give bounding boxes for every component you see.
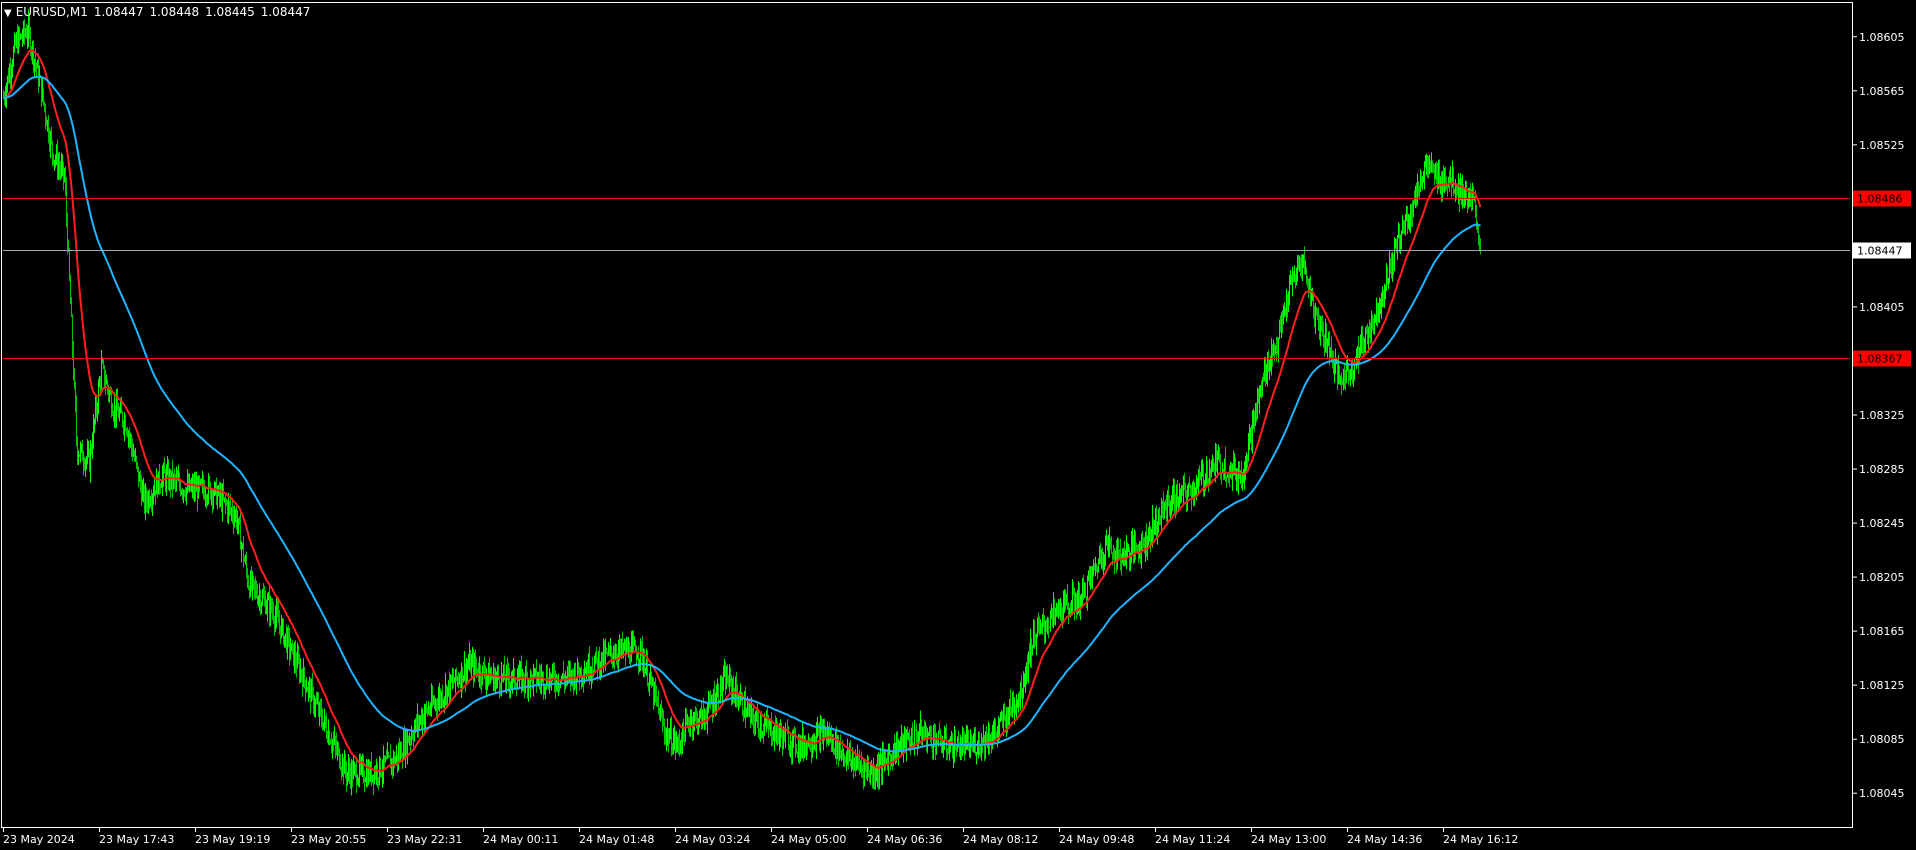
ohlc-open: 1.08447: [93, 5, 144, 19]
time-tick-label: 23 May 19:19: [195, 833, 270, 846]
price-tick-label: 1.08325: [1859, 409, 1905, 422]
triangle-down-icon[interactable]: ▼: [4, 6, 12, 22]
time-tick-label: 24 May 08:12: [963, 833, 1038, 846]
price-axis: 1.08605 1.08565 1.08525 1.08405 1.08325 1.082…: [1852, 31, 1905, 800]
price-tick-label: 1.08565: [1859, 85, 1905, 98]
chart-frame: [1, 2, 1853, 828]
candles-layer: [3, 9, 1481, 796]
ma-slow-line: [3, 75, 1481, 753]
price-tick-label: 1.08205: [1859, 571, 1905, 584]
time-tick-label: 24 May 03:24: [675, 833, 750, 846]
time-tick-label: 24 May 05:00: [771, 833, 846, 846]
chart-window[interactable]: 1.08486 1.08367 1.08447 1.08605 1.08565 1.08…: [0, 0, 1916, 850]
time-tick-label: 24 May 09:48: [1059, 833, 1134, 846]
price-chart[interactable]: 1.084861.083671.08447 1.086051.085651.08…: [0, 0, 1916, 850]
time-tick-label: 24 May 06:36: [867, 833, 942, 846]
symbol-label: EURUSD,M1: [15, 5, 88, 19]
ma-fast-line: [3, 49, 1482, 773]
price-tick-label: 1.08285: [1859, 463, 1905, 476]
time-tick-label: 23 May 2024: [3, 833, 75, 846]
price-tick-label: 1.08525: [1859, 139, 1905, 152]
time-tick-label: 24 May 11:24: [1155, 833, 1230, 846]
moving-averages-layer: [3, 49, 1482, 773]
time-tick-label: 24 May 01:48: [579, 833, 654, 846]
price-tick-label: 1.08165: [1859, 625, 1905, 638]
level-price-label: 1.08367: [1857, 353, 1903, 366]
time-tick-label: 24 May 13:00: [1251, 833, 1326, 846]
time-tick-label: 23 May 17:43: [99, 833, 174, 846]
price-tick-label: 1.08125: [1859, 679, 1905, 692]
price-tick-label: 1.08045: [1859, 787, 1905, 800]
ohlc-low: 1.08445: [205, 5, 255, 19]
time-tick-label: 23 May 22:31: [387, 833, 462, 846]
price-tick-label: 1.08245: [1859, 517, 1905, 530]
time-tick-label: 24 May 00:11: [483, 833, 558, 846]
price-tick-label: 1.08405: [1859, 301, 1905, 314]
ohlc-close: 1.08447: [260, 5, 311, 19]
chart-title-bar: ▼ EURUSD,M1 1.08447 1.08448 1.08445 1.08447: [4, 4, 316, 22]
ohlc-high: 1.08448: [149, 5, 200, 19]
time-tick-label: 24 May 14:36: [1347, 833, 1422, 846]
time-tick-label: 24 May 16:12: [1443, 833, 1518, 846]
level-price-label: 1.08486: [1857, 193, 1903, 206]
time-axis: 23 May 2024 23 May 17:43 23 May 19:19 23 Ma…: [3, 827, 1518, 846]
time-tick-label: 23 May 20:55: [291, 833, 366, 846]
bid-price-label: 1.08447: [1857, 245, 1903, 258]
price-tick-label: 1.08605: [1859, 31, 1905, 44]
horizontal-levels-layer: 1.08486 1.08367 1.08447: [3, 190, 1911, 367]
price-tick-label: 1.08085: [1859, 733, 1905, 746]
